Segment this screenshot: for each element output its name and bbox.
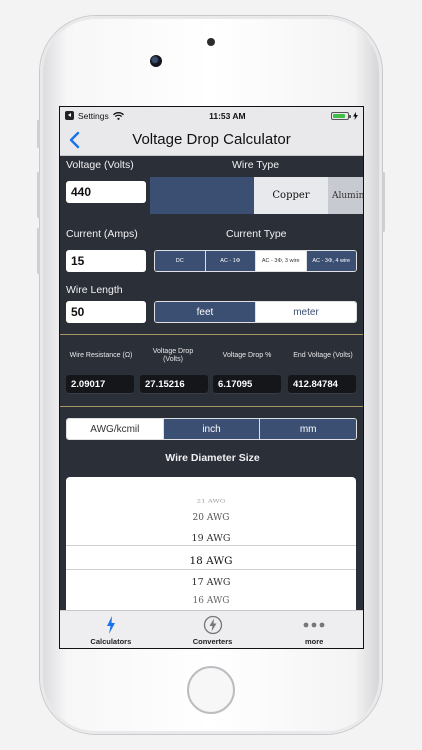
back-chevron-icon[interactable] — [68, 131, 82, 149]
unit-meter[interactable]: meter — [256, 302, 356, 322]
tab-calculators-label: Calculators — [90, 637, 132, 646]
voltage-drop-percent-value: 6.17095 — [213, 375, 281, 394]
current-type-selector[interactable]: DC AC - 1Φ AC - 3Φ, 3 wire AC - 3Φ, 4 wi… — [154, 250, 357, 272]
size-unit-awg[interactable]: AWG/kcmil — [67, 419, 164, 439]
sensor-dot — [207, 38, 215, 46]
current-label: Current (Amps) — [66, 228, 138, 240]
wire-type-picker[interactable]: Copper Alumin — [150, 177, 363, 214]
size-unit-inch[interactable]: inch — [163, 419, 261, 439]
picker-item[interactable]: 20 AWG — [66, 513, 356, 523]
battery-icon — [330, 111, 351, 120]
navigation-bar: Voltage Drop Calculator — [60, 124, 363, 156]
app-screen: Settings 11:53 AM Voltage Drop Calculato… — [59, 106, 364, 649]
current-type-ac-3phase-3wire[interactable]: AC - 3Φ, 3 wire — [256, 251, 307, 271]
picker-item[interactable]: 21 AWG — [66, 498, 356, 504]
side-button — [37, 120, 40, 148]
end-voltage-label: End Voltage (Volts) — [293, 352, 353, 359]
home-button[interactable] — [187, 666, 235, 714]
status-time: 11:53 AM — [209, 110, 246, 121]
current-type-label: Current Type — [226, 228, 287, 240]
picker-item[interactable]: 17 AWG — [66, 577, 356, 588]
wire-resistance-value: 2.09017 — [66, 375, 134, 394]
current-type-ac-1phase[interactable]: AC - 1Φ — [205, 251, 256, 271]
wire-size-picker[interactable]: 21 AWG 20 AWG 19 AWG 18 AWG 17 AWG 16 AW… — [66, 477, 356, 617]
voltage-drop-label: Voltage Drop (Volts) — [152, 348, 194, 363]
status-bar: Settings 11:53 AM — [60, 107, 363, 124]
tab-more-label: more — [305, 637, 324, 646]
voltage-input[interactable]: 440 — [66, 181, 146, 203]
volume-down-button — [37, 228, 40, 274]
wire-length-label: Wire Length — [66, 284, 123, 296]
current-type-dc[interactable]: DC — [155, 251, 206, 271]
picker-selection-line-top — [66, 545, 356, 546]
current-type-ac-3phase-4wire[interactable]: AC - 3Φ, 4 wire — [306, 251, 356, 271]
picker-item-selected[interactable]: 18 AWG — [66, 555, 356, 567]
more-icon — [303, 622, 325, 628]
wire-type-aluminum[interactable]: Alumin — [328, 177, 363, 214]
tab-bar: Calculators Converters more — [60, 610, 363, 648]
unit-feet[interactable]: feet — [155, 302, 256, 322]
voltage-label: Voltage (Volts) — [66, 159, 134, 171]
end-voltage-value: 412.84784 — [288, 375, 356, 394]
tab-converters-label: Converters — [192, 637, 233, 646]
page-title: Voltage Drop Calculator — [132, 131, 291, 148]
volume-up-button — [37, 172, 40, 218]
bolt-icon — [106, 616, 115, 634]
status-back-app[interactable]: Settings — [78, 111, 109, 121]
wire-resistance-label: Wire Resistance (Ω) — [69, 352, 133, 359]
length-unit-selector[interactable]: feet meter — [154, 301, 357, 323]
divider-bottom — [60, 406, 363, 407]
tab-more[interactable]: more — [263, 611, 363, 648]
divider-top — [60, 334, 363, 335]
size-unit-selector[interactable]: AWG/kcmil inch mm — [66, 418, 357, 440]
voltage-drop-percent-label: Voltage Drop % — [222, 352, 272, 359]
charging-bolt-icon — [352, 111, 358, 120]
current-input[interactable]: 15 — [66, 250, 146, 272]
power-button — [382, 172, 385, 232]
bolt-circle-icon — [203, 615, 222, 635]
wire-type-label: Wire Type — [232, 159, 280, 171]
picker-item[interactable]: 16 AWG — [66, 596, 356, 606]
tab-converters[interactable]: Converters — [162, 611, 264, 648]
wire-type-copper[interactable]: Copper — [254, 177, 328, 214]
wifi-icon — [112, 111, 124, 120]
size-unit-mm[interactable]: mm — [260, 419, 356, 439]
tab-calculators[interactable]: Calculators — [60, 611, 162, 648]
front-camera — [150, 55, 162, 67]
voltage-drop-value: 27.15216 — [140, 375, 208, 394]
back-to-app-icon[interactable] — [65, 111, 74, 120]
picker-selection-line-bottom — [66, 569, 356, 570]
wire-length-input[interactable]: 50 — [66, 301, 146, 323]
wire-diameter-title: Wire Diameter Size — [165, 452, 260, 464]
picker-item[interactable]: 19 AWG — [66, 533, 356, 544]
